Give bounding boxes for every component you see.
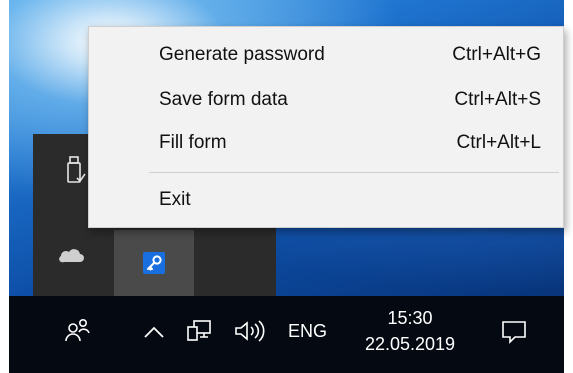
menu-item-shortcut: Ctrl+Alt+G [452,44,541,65]
clock-time: 15:30 [387,308,433,328]
clock-date: 22.05.2019 [364,334,456,354]
network-icon[interactable] [185,318,213,344]
usb-drive-icon[interactable] [66,156,86,184]
password-manager-tray-cell[interactable] [114,230,194,296]
system-clock[interactable]: 15:30 22.05.2019 [354,305,466,357]
menu-item-exit[interactable]: Exit [89,180,563,220]
menu-item-shortcut: Ctrl+Alt+L [456,132,541,153]
tray-context-menu: Generate password Ctrl+Alt+G Save form d… [88,26,564,228]
menu-item-fill-form[interactable]: Fill form Ctrl+Alt+L [89,123,563,163]
menu-item-shortcut: Ctrl+Alt+S [454,89,541,110]
taskbar: ENG 15:30 22.05.2019 [9,296,564,373]
input-language-indicator[interactable]: ENG [288,321,327,342]
people-icon[interactable] [63,316,93,346]
menu-item-label: Save form data [159,89,288,110]
screenshot-frame: Generate password Ctrl+Alt+G Save form d… [0,0,573,373]
volume-icon[interactable] [232,318,268,344]
menu-item-save-form-data[interactable]: Save form data Ctrl+Alt+S [89,80,563,120]
menu-item-label: Fill form [159,132,227,153]
menu-item-label: Exit [159,189,191,210]
menu-separator [149,172,559,173]
chevron-up-icon[interactable] [142,322,166,342]
menu-item-label: Generate password [159,44,325,65]
password-manager-key-icon[interactable] [143,252,165,274]
onedrive-cloud-icon[interactable] [58,247,84,263]
menu-item-generate-password[interactable]: Generate password Ctrl+Alt+G [89,35,563,75]
action-center-icon[interactable] [499,318,529,346]
